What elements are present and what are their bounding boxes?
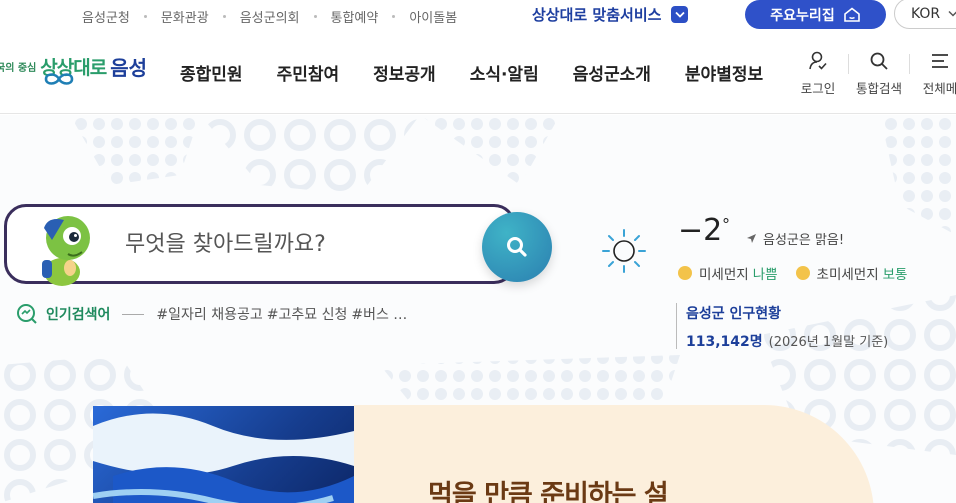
home-icon	[843, 6, 860, 22]
separator-dot	[222, 15, 226, 18]
search-input[interactable]	[125, 229, 455, 259]
gnb-menu: 종합민원 주민참여 정보공개 소식·알림 음성군소개 분야별정보	[180, 60, 797, 85]
menu-field-info[interactable]: 분야별정보	[685, 60, 763, 85]
popular-keyword[interactable]: #버스 …	[351, 304, 407, 324]
population-title: 음성군 인구현황	[686, 306, 782, 322]
weather-description: 음성군은 맑음!	[746, 229, 844, 248]
temperature-unit: °	[722, 215, 730, 234]
all-menu-button[interactable]: 전체메	[910, 50, 956, 97]
banner-main[interactable]: 먹을 만큼 준비하는 설	[354, 405, 874, 503]
main-sites-button[interactable]: 주요누리집	[745, 0, 886, 29]
location-arrow-icon	[747, 234, 756, 243]
separator-dot	[313, 15, 317, 18]
menu-news[interactable]: 소식·알림	[470, 60, 539, 85]
sunny-weather-icon	[602, 229, 646, 273]
login-label: 로그인	[800, 81, 836, 96]
face-bad-icon	[678, 266, 692, 280]
utility-bar: 음성군청 문화관광 음성군의회 통합예약 아이돌봄 상상대로 맞춤서비스 주요누…	[0, 0, 956, 32]
language-select[interactable]: KOR	[894, 0, 956, 29]
nav-utility-icons: 로그인 통합검색 전체메	[788, 50, 956, 97]
main-navigation: 국의 중심 상상대로 음성 종합민원 주민참여 정보공개 소식·알림 음성군소개…	[0, 44, 956, 114]
chevron-down-icon	[671, 6, 689, 23]
fine-dust-status: 나쁨	[752, 267, 778, 283]
popular-keyword[interactable]: #일자리 채용공고	[156, 304, 262, 324]
popular-keywords-label: 인기검색어	[46, 307, 111, 323]
logo-brand-name: 음성	[110, 56, 148, 80]
fine-dust-label: 미세먼지	[699, 267, 749, 283]
main-sites-label: 주요누리집	[770, 7, 835, 24]
login-button[interactable]: 로그인	[788, 50, 848, 97]
user-login-icon	[809, 51, 827, 70]
menu-information[interactable]: 정보공개	[373, 60, 436, 85]
all-menu-label: 전체메	[922, 81, 956, 96]
temperature-value: −2	[678, 213, 723, 248]
search-submit-button[interactable]	[482, 212, 552, 282]
search-icon	[507, 237, 527, 257]
menu-about-county[interactable]: 음성군소개	[573, 60, 651, 85]
weather-text: 음성군은 맑음!	[763, 233, 845, 248]
integrated-search-button[interactable]: 통합검색	[849, 50, 909, 97]
menu-participation[interactable]: 주민참여	[277, 60, 340, 85]
population-basis-date: (2026년 1월말 기준)	[768, 335, 889, 350]
chevron-down-icon	[948, 10, 956, 17]
face-normal-icon	[795, 266, 810, 280]
mascot-character-icon	[42, 216, 90, 286]
link-child-care[interactable]: 아이돌봄	[409, 7, 457, 26]
hero-section: 인기검색어 #일자리 채용공고 #고추묘 신청 #버스 … −2 ° 음성군은 …	[0, 115, 956, 503]
menu-civil-service[interactable]: 종합민원	[180, 60, 243, 85]
popular-keywords: 인기검색어 #일자리 채용공고 #고추묘 신청 #버스 …	[16, 303, 411, 325]
ultrafine-dust-label: 초미세먼지	[816, 267, 879, 283]
population-status: 음성군 인구현황 113,142명 (2026년 1월말 기준)	[676, 303, 889, 350]
infinity-logo-icon	[44, 73, 74, 85]
separator-dot	[143, 15, 147, 18]
banner-headline: 먹을 만큼 준비하는 설	[428, 480, 669, 503]
banner-wave-graphic	[93, 413, 354, 503]
integrated-search-label: 통합검색	[855, 81, 902, 96]
banner-image-left[interactable]	[93, 406, 354, 503]
link-county-office[interactable]: 음성군청	[82, 7, 130, 26]
population-count: 113,142명	[686, 334, 763, 350]
air-quality: 미세먼지 나쁨 초미세먼지 보통	[678, 263, 907, 283]
link-integrated-reservation[interactable]: 통합예약	[331, 7, 379, 26]
menu-icon	[932, 54, 948, 68]
family-site-links: 음성군청 문화관광 음성군의회 통합예약 아이돌봄	[82, 7, 457, 26]
divider	[122, 313, 145, 315]
site-logo[interactable]: 국의 중심 상상대로 음성	[0, 52, 148, 85]
popular-keyword[interactable]: #고추묘 신청	[267, 304, 348, 324]
link-culture-tourism[interactable]: 문화관광	[161, 7, 209, 26]
logo-subtitle: 국의 중심	[0, 63, 37, 74]
custom-service-dropdown[interactable]: 상상대로 맞춤서비스	[532, 4, 689, 25]
separator-dot	[392, 15, 396, 18]
custom-service-label: 상상대로 맞춤서비스	[532, 6, 662, 24]
search-icon	[870, 52, 888, 70]
language-label: KOR	[911, 5, 941, 22]
ultrafine-dust-status: 보통	[882, 267, 908, 283]
link-county-council[interactable]: 음성군의회	[240, 7, 300, 26]
popular-search-icon	[17, 304, 37, 324]
